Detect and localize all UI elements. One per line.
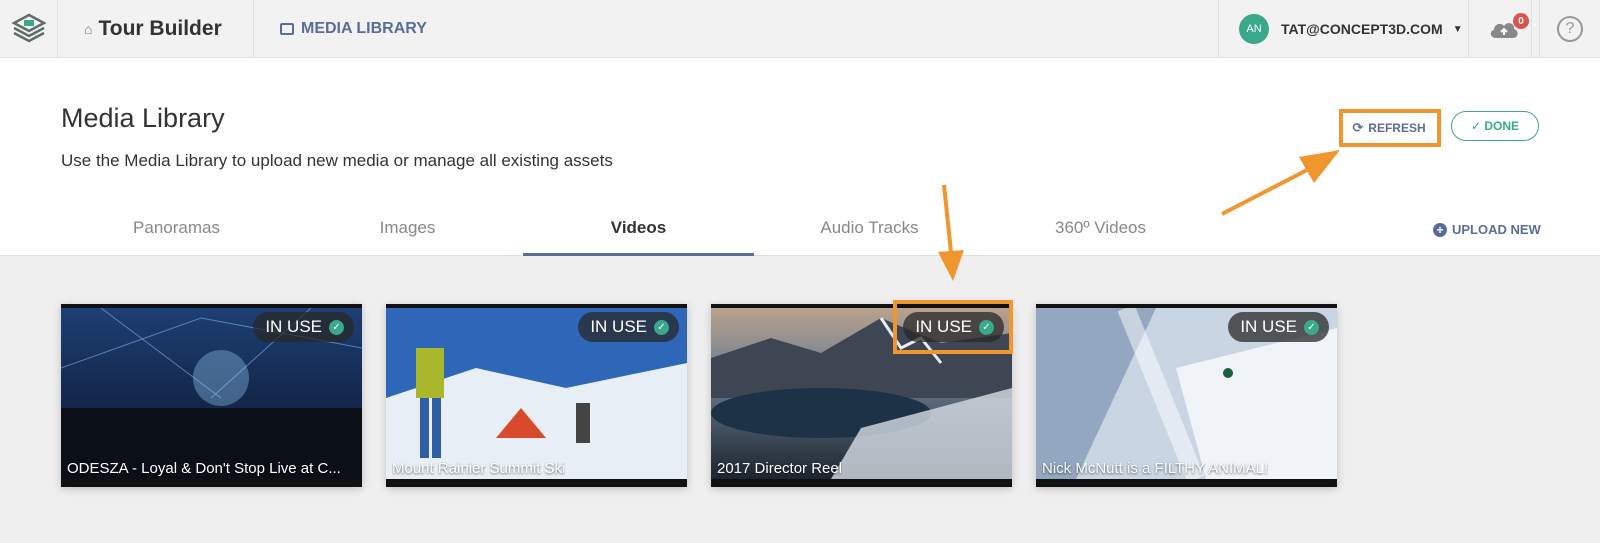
app-title-link[interactable]: ⌂ Tour Builder [58,0,254,58]
help-icon: ? [1557,16,1583,42]
video-card[interactable]: IN USE ✓ ODESZA - Loyal & Don't Stop Liv… [61,304,362,487]
image-icon [280,23,294,35]
tab-audio-tracks[interactable]: Audio Tracks [754,198,985,256]
media-library-link-label: MEDIA LIBRARY [301,20,427,37]
upload-new-button[interactable]: + UPLOAD NEW [1433,222,1541,237]
top-nav-bar: ⌂ Tour Builder MEDIA LIBRARY AN TAT@CONC… [0,0,1600,58]
logo-icon [10,13,47,43]
upload-new-label: UPLOAD NEW [1452,222,1541,237]
plus-circle-icon: + [1433,222,1447,237]
home-icon: ⌂ [84,21,93,37]
refresh-highlight-box [1339,109,1441,147]
in-use-badge: IN USE ✓ [578,312,679,342]
in-use-label: IN USE [1240,317,1297,336]
tab-panoramas[interactable]: Panoramas [61,198,292,256]
done-button[interactable]: ✓ DONE [1451,111,1539,141]
page-subtitle: Use the Media Library to upload new medi… [61,151,613,170]
video-title: Mount Rainier Summit Ski [392,460,566,477]
caret-down-icon: ▼ [1452,23,1463,35]
upload-queue-button[interactable]: 0 [1468,0,1540,58]
video-card[interactable]: IN USE ✓ Nick McNutt is a FILTHY ANIMAL! [1036,304,1337,487]
video-title: Nick McNutt is a FILTHY ANIMAL! [1042,460,1269,477]
check-circle-icon: ✓ [654,319,669,335]
media-library-link[interactable]: MEDIA LIBRARY [280,0,427,58]
tab-videos[interactable]: Videos [523,198,754,256]
tab-360-videos[interactable]: 360º Videos [985,198,1216,256]
in-use-label: IN USE [590,317,647,336]
in-use-badge: IN USE ✓ [253,312,354,342]
app-title: Tour Builder [98,17,222,40]
video-title: 2017 Director Reel [717,460,843,477]
in-use-label: IN USE [265,317,322,336]
video-card[interactable]: IN USE ✓ Mount Rainier Summit Ski [386,304,687,487]
in-use-highlight-box [893,300,1013,354]
app-logo[interactable] [0,0,58,58]
tab-images[interactable]: Images [292,198,523,256]
upload-count-badge: 0 [1513,13,1529,29]
check-circle-icon: ✓ [1304,319,1319,335]
video-grid: IN USE ✓ ODESZA - Loyal & Don't Stop Liv… [61,304,1337,487]
video-title: ODESZA - Loyal & Don't Stop Live at C... [67,460,341,477]
avatar: AN [1239,14,1269,44]
check-circle-icon: ✓ [329,319,344,335]
user-email: TAT@CONCEPT3D.COM [1281,21,1443,37]
media-type-tabs: Panoramas Images Videos Audio Tracks 360… [61,198,1216,256]
in-use-badge: IN USE ✓ [1228,312,1329,342]
media-library-header: Media Library Use the Media Library to u… [0,58,1600,256]
help-button[interactable]: ? [1540,0,1600,58]
page-title: Media Library [61,103,225,133]
